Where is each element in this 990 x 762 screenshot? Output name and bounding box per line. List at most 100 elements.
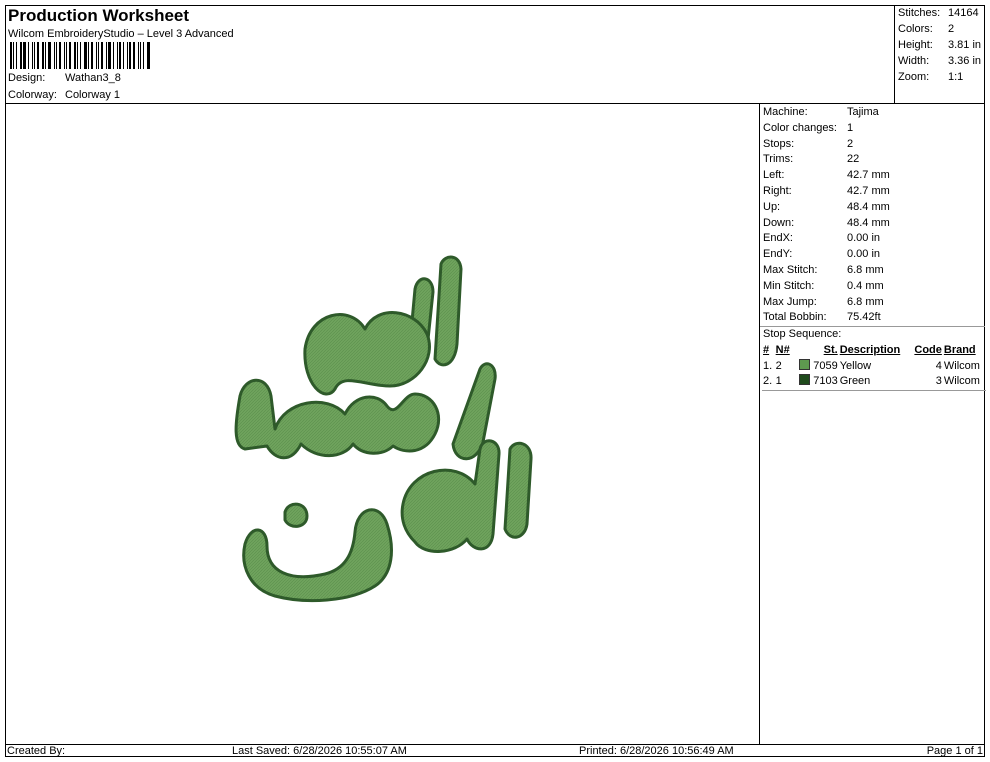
stop-thread-number: 7103	[813, 375, 838, 388]
stop-thread-cell: 7059	[793, 358, 839, 375]
property-value: 48.4 mm	[847, 200, 890, 213]
barcode-bar	[56, 42, 57, 69]
barcode	[10, 42, 151, 69]
stop-thread-number: 7059	[813, 359, 838, 372]
stop-needle: 1	[774, 374, 793, 391]
stop-sequence-table: # N# St. Description Code Brand 1. 2 705…	[762, 343, 986, 391]
property-value: 75.42ft	[847, 311, 881, 324]
barcode-bar	[147, 42, 150, 69]
barcode-bar	[106, 42, 107, 69]
colorway-value: Colorway 1	[65, 89, 121, 101]
barcode-bar	[108, 42, 111, 69]
property-label: EndX:	[763, 232, 793, 245]
barcode-bar	[59, 42, 61, 69]
summary-value: 2	[948, 23, 955, 35]
calligraphy-stroke	[503, 441, 533, 539]
barcode-bar	[32, 42, 33, 69]
stop-brand: Wilcom	[943, 359, 980, 372]
summary-row-width: Width: 3.36 in	[898, 54, 985, 70]
property-label: Down:	[763, 216, 795, 229]
barcode-bar	[37, 42, 39, 69]
colorway-label: Colorway:	[8, 89, 57, 101]
property-value: 1	[847, 121, 854, 134]
property-row: Total Bobbin: 75.42ft	[763, 310, 985, 326]
design-preview	[5, 104, 759, 744]
summary-row-zoom: Zoom: 1:1	[898, 70, 985, 86]
created-by: Created By:	[7, 745, 66, 757]
page-number: Page 1 of 1	[926, 745, 983, 757]
property-row: Min Stitch: 0.4 mm	[763, 279, 985, 295]
summary-label: Stitches:	[898, 7, 941, 19]
barcode-bar	[88, 42, 89, 69]
barcode-bar	[42, 42, 44, 69]
barcode-bar	[13, 42, 14, 69]
property-label: Right:	[763, 184, 792, 197]
summary-row-height: Height: 3.81 in	[898, 38, 985, 54]
design-summary: Stitches: 14164 Colors: 2 Height: 3.81 in W…	[895, 5, 985, 104]
barcode-bar	[113, 42, 114, 69]
property-value: 0.4 mm	[847, 279, 884, 292]
col-description: Description	[839, 343, 901, 356]
worksheet-header: Production Worksheet Wilcom EmbroiderySt…	[5, 5, 895, 104]
calligraphy-stroke	[242, 508, 393, 603]
property-value: 6.8 mm	[847, 263, 884, 276]
stop-table-header: # N# St. Description Code Brand	[762, 343, 986, 359]
barcode-bar	[80, 42, 81, 69]
barcode-bar	[138, 42, 139, 69]
worksheet-footer: Created By: Last Saved: 6/28/2026 10:55:…	[5, 744, 985, 757]
barcode-bar	[96, 42, 97, 69]
machine-properties: Machine: Tajima Color changes: 1 Stops: 2 Trim…	[759, 104, 986, 744]
property-label: Trims:	[763, 153, 794, 166]
property-value: 42.7 mm	[847, 169, 890, 182]
last-saved: Last Saved: 6/28/2026 10:55:07 AM	[232, 745, 407, 757]
summary-value: 14164	[948, 7, 979, 19]
stop-brand: Wilcom	[942, 374, 986, 391]
property-row: EndY: 0.00 in	[763, 247, 985, 263]
design-value: Wathan3_8	[65, 72, 121, 84]
summary-label: Width:	[898, 55, 930, 67]
summary-value: 3.81 in	[948, 39, 982, 51]
property-label: EndY:	[763, 248, 793, 261]
property-label: Stops:	[763, 137, 795, 150]
design-label: Design:	[8, 72, 46, 84]
summary-value: 1:1	[948, 71, 964, 83]
barcode-bar	[28, 42, 29, 69]
barcode-bar	[129, 42, 131, 69]
property-row: Down: 48.4 mm	[763, 216, 985, 232]
property-row: Max Stitch: 6.8 mm	[763, 263, 985, 279]
barcode-bar	[127, 42, 128, 69]
summary-row-colors: Colors: 2	[898, 22, 985, 38]
barcode-bar	[74, 42, 76, 69]
calligraphy-stroke	[433, 255, 463, 367]
stop-code: 4	[935, 359, 942, 372]
col-brand: Brand	[943, 343, 976, 356]
printed-date: Printed: 6/28/2026 10:56:49 AM	[579, 745, 734, 757]
property-value: 48.4 mm	[847, 216, 890, 229]
stop-index: 1.	[763, 359, 773, 372]
calligraphy-stroke	[303, 311, 431, 396]
barcode-bar	[123, 42, 124, 69]
col-thread: St.	[823, 343, 838, 356]
barcode-bar	[34, 42, 35, 69]
calligraphy-dot	[283, 502, 309, 528]
barcode-bar	[77, 42, 78, 69]
property-value: 6.8 mm	[847, 295, 884, 308]
stop-description: Yellow	[839, 359, 872, 372]
property-label: Max Jump:	[763, 295, 817, 308]
barcode-bar	[45, 42, 46, 69]
calligraphy-stroke	[400, 439, 501, 553]
stop-index: 2.	[762, 374, 775, 391]
barcode-bar	[119, 42, 121, 69]
barcode-bar	[101, 42, 103, 69]
barcode-bar	[66, 42, 67, 69]
barcode-bar	[20, 42, 22, 69]
barcode-bar	[117, 42, 118, 69]
property-row: Max Jump: 6.8 mm	[763, 295, 985, 311]
stop-code: 3	[909, 374, 943, 391]
summary-value: 3.36 in	[948, 55, 982, 67]
property-label: Max Stitch:	[763, 263, 818, 276]
property-value: 0.00 in	[847, 248, 881, 261]
embroidery-design	[234, 255, 533, 603]
colorway-row: Colorway: Colorway 1	[8, 89, 120, 101]
calligraphy-word-bottom	[242, 439, 533, 603]
